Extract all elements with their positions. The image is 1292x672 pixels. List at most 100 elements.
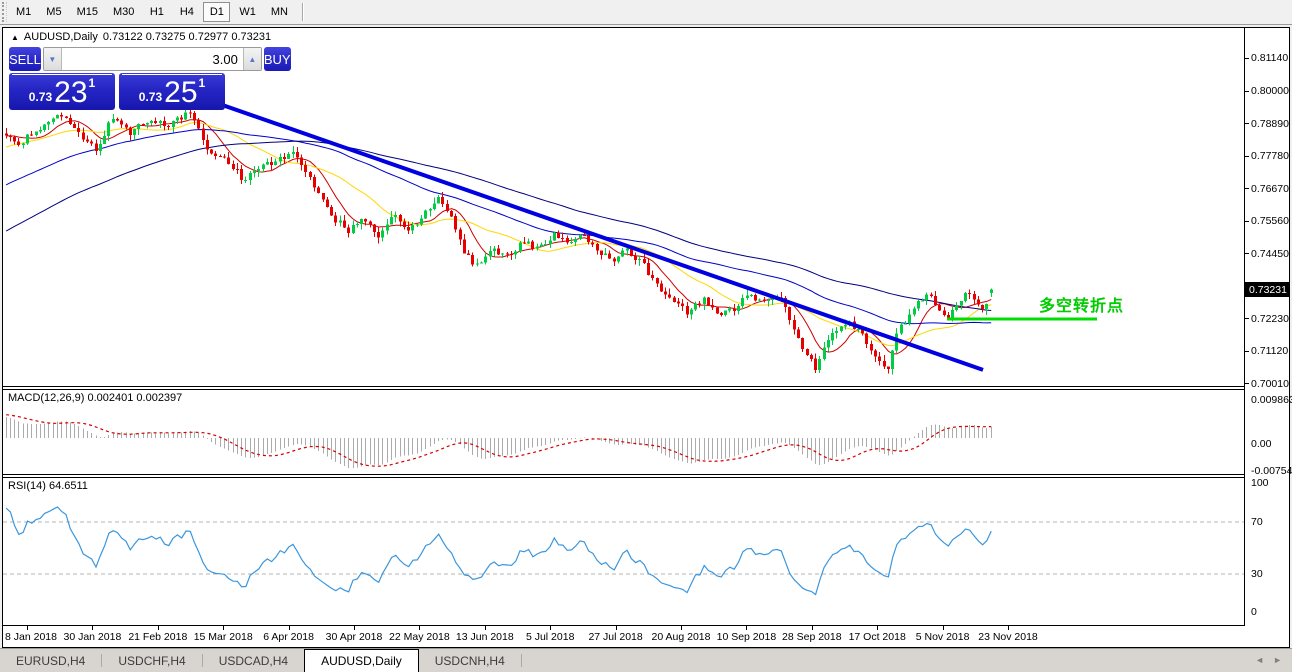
sell-button[interactable]: SELL (9, 47, 41, 71)
date-axis-label: 10 Sep 2018 (717, 631, 777, 643)
price-axis-label: 0.76670 (1251, 183, 1289, 195)
price-axis-tick (1245, 156, 1249, 157)
buy-price-point: 1 (199, 76, 206, 90)
date-axis-label: 30 Jan 2018 (63, 631, 121, 643)
rsi-indicator-label: RSI(14) 64.6511 (8, 480, 88, 492)
price-axis-tick (1245, 188, 1249, 189)
macd-axis-label: 0.009863 (1251, 394, 1292, 406)
price-axis-tick (1245, 351, 1249, 352)
macd-axis-label: 0.00 (1251, 438, 1271, 450)
timeframe-button-mn[interactable]: MN (265, 2, 294, 22)
price-axis-label: 0.81140 (1251, 52, 1288, 64)
date-axis-label: 28 Sep 2018 (782, 631, 842, 643)
timeframe-button-m1[interactable]: M1 (10, 2, 37, 22)
price-axis-label: 0.78890 (1251, 118, 1289, 130)
chart-title: ▲ AUDUSD,Daily 0.73122 0.73275 0.72977 0… (11, 31, 271, 43)
volume-spinner: ▼ ▲ (43, 47, 262, 71)
chart-symbol-label: AUDUSD,Daily (24, 31, 98, 43)
date-axis-label: 22 May 2018 (389, 631, 450, 643)
date-axis-label: 15 Mar 2018 (194, 631, 253, 643)
price-axis-tick (1245, 58, 1249, 59)
date-axis-tick (812, 626, 813, 630)
date-axis-tick (289, 626, 290, 630)
date-axis-tick (746, 626, 747, 630)
buy-price-quote[interactable]: 0.73 25 1 (119, 73, 225, 110)
price-axis[interactable]: 0.81140 0.80000 0.78890 0.77780 0.76670 0.755… (1244, 28, 1289, 647)
buy-button[interactable]: BUY (264, 47, 291, 71)
chart-tabs: EURUSD,H4USDCHF,H4USDCAD,H4AUDUSD,DailyU… (0, 649, 522, 672)
timeframe-button-m30[interactable]: M30 (107, 2, 140, 22)
tab-usdchf-h4[interactable]: USDCHF,H4 (102, 649, 201, 672)
date-axis-tick (681, 626, 682, 630)
one-click-trading-panel: SELL ▼ ▲ BUY 0.73 23 1 0.73 25 1 (9, 47, 225, 111)
price-axis-tick (1245, 253, 1249, 254)
rsi-indicator-panel[interactable] (3, 478, 1245, 625)
date-axis-label: 6 Apr 2018 (263, 631, 314, 643)
sell-price-pips: 23 (54, 76, 87, 110)
macd-indicator-label: MACD(12,26,9) 0.002401 0.002397 (8, 392, 182, 404)
price-axis-label: 0.72230 (1251, 313, 1289, 325)
tab-scroll-left-icon[interactable]: ◄ (1255, 655, 1264, 665)
volume-increase-icon[interactable]: ▲ (243, 48, 261, 70)
tab-eurusd-h4[interactable]: EURUSD,H4 (0, 649, 101, 672)
timeframe-button-h4[interactable]: H4 (173, 2, 200, 22)
volume-input[interactable] (62, 48, 243, 70)
timeframe-buttons: M1M5M15M30H1H4D1W1MN (7, 2, 294, 22)
sell-price-prefix: 0.73 (29, 90, 52, 104)
buy-price-pips: 25 (164, 76, 197, 110)
tab-divider (521, 654, 522, 667)
toolbar-separator (302, 3, 304, 21)
tab-scroll-right-icon[interactable]: ► (1273, 655, 1282, 665)
price-axis-label: 0.75560 (1251, 215, 1289, 227)
rsi-axis-label: 100 (1251, 477, 1269, 489)
timeframe-button-d1[interactable]: D1 (203, 2, 230, 22)
chart-window[interactable]: ▲ AUDUSD,Daily 0.73122 0.73275 0.72977 0… (2, 27, 1290, 648)
price-axis-label: 0.77780 (1251, 150, 1289, 162)
date-axis-label: 17 Oct 2018 (849, 631, 906, 643)
chart-ohlc-values: 0.73122 0.73275 0.72977 0.73231 (103, 31, 271, 43)
macd-indicator-panel[interactable] (3, 390, 1245, 474)
date-axis-tick (877, 626, 878, 630)
date-axis-tick (1008, 626, 1009, 630)
timeframe-button-w1[interactable]: W1 (233, 2, 262, 22)
timeframe-button-m15[interactable]: M15 (71, 2, 104, 22)
date-axis-tick (158, 626, 159, 630)
price-axis-tick (1245, 91, 1249, 92)
tab-usdcad-h4[interactable]: USDCAD,H4 (203, 649, 304, 672)
sell-price-point: 1 (89, 76, 96, 90)
collapse-arrow-icon[interactable]: ▲ (11, 33, 19, 42)
timeframe-toolbar: M1M5M15M30H1H4D1W1MN (0, 0, 1292, 24)
chart-tab-bar: EURUSD,H4USDCHF,H4USDCAD,H4AUDUSD,DailyU… (0, 648, 1292, 672)
price-axis-tick (1245, 318, 1249, 319)
rsi-axis-label: 0 (1251, 606, 1257, 618)
date-axis-label: 23 Nov 2018 (978, 631, 1038, 643)
date-axis-label: 5 Nov 2018 (916, 631, 970, 643)
date-axis-label: 21 Feb 2018 (128, 631, 187, 643)
timeframe-button-m5[interactable]: M5 (40, 2, 67, 22)
date-axis-label: 8 Jan 2018 (5, 631, 57, 643)
rsi-axis-label: 70 (1251, 516, 1263, 528)
price-axis-tick (1245, 383, 1249, 384)
price-axis-label: 0.74450 (1251, 248, 1289, 260)
date-axis[interactable]: 8 Jan 2018 30 Jan 2018 21 Feb 2018 15 Mar 2… (3, 625, 1245, 647)
timeframe-button-h1[interactable]: H1 (143, 2, 170, 22)
date-axis-tick (27, 626, 28, 630)
date-axis-label: 20 Aug 2018 (652, 631, 711, 643)
chart-text-annotation[interactable]: 多空转折点 (1039, 292, 1124, 316)
price-axis-label: 0.80000 (1251, 85, 1289, 97)
price-axis-label: 0.71120 (1251, 345, 1288, 357)
date-axis-label: 13 Jun 2018 (456, 631, 514, 643)
volume-decrease-icon[interactable]: ▼ (44, 48, 62, 70)
price-axis-tick (1245, 221, 1249, 222)
date-axis-tick (943, 626, 944, 630)
tab-audusd-daily[interactable]: AUDUSD,Daily (304, 649, 419, 672)
price-axis-tick (1245, 123, 1249, 124)
tab-usdcnh-h4[interactable]: USDCNH,H4 (419, 649, 521, 672)
current-price-badge: 0.73231 (1245, 282, 1290, 297)
date-axis-tick (92, 626, 93, 630)
date-axis-tick (485, 626, 486, 630)
price-axis-label: 0.70010 (1251, 378, 1289, 390)
rsi-axis-label: 30 (1251, 568, 1263, 580)
date-axis-label: 27 Jul 2018 (588, 631, 642, 643)
sell-price-quote[interactable]: 0.73 23 1 (9, 73, 115, 110)
